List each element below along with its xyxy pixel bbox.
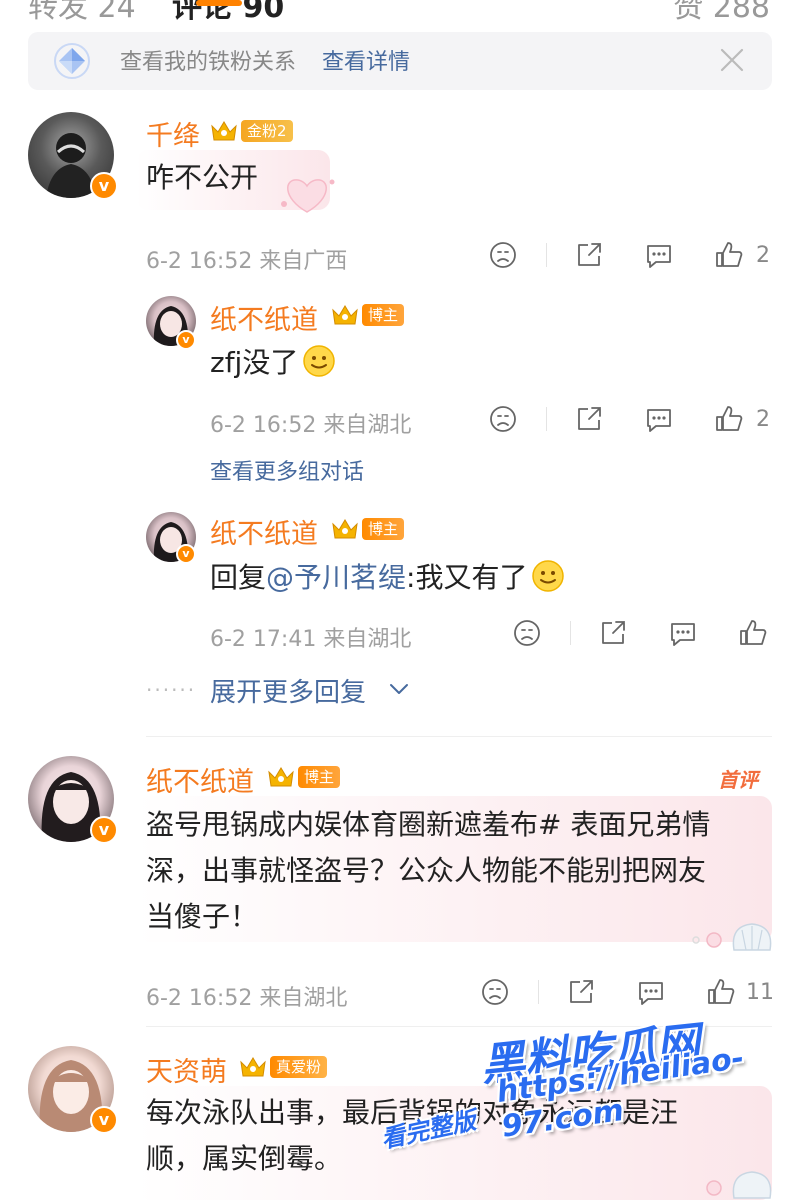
reply-text-body: zfj没了: [210, 346, 299, 379]
tab-repost[interactable]: 转发 24: [28, 0, 136, 22]
share-icon[interactable]: [574, 404, 604, 434]
share-icon[interactable]: [598, 618, 628, 648]
tab-like[interactable]: 赞 288: [673, 0, 770, 22]
blogger-badge: 博主: [362, 518, 405, 540]
like-icon[interactable]: [706, 977, 736, 1007]
action-separator: [538, 980, 539, 1004]
view-details-link[interactable]: 查看详情: [322, 44, 410, 76]
dislike-icon[interactable]: [488, 404, 518, 434]
crown-icon: [268, 767, 294, 787]
crown-icon: [211, 121, 237, 141]
comment-icon[interactable]: [644, 240, 674, 270]
expand-more-replies-label: 展开更多回复: [210, 678, 367, 708]
crown-icon: [332, 305, 358, 325]
fan-level-badge: 真爱粉: [270, 1056, 328, 1078]
dislike-icon[interactable]: [488, 240, 518, 270]
crown-icon: [240, 1057, 266, 1077]
verified-badge-icon: v: [176, 544, 196, 564]
expand-more-replies[interactable]: 展开更多回复: [210, 672, 430, 708]
like-icon[interactable]: [714, 404, 744, 434]
comment-meta: 6-2 16:52 来自广西: [146, 249, 348, 274]
chevron-down-icon: [390, 684, 408, 694]
reply-text: zfj没了: [210, 340, 336, 386]
reply-username[interactable]: 纸不纸道: [210, 298, 318, 337]
like-icon[interactable]: [714, 240, 744, 270]
reply-prefix: 回复: [210, 561, 267, 594]
crown-icon: [332, 519, 358, 539]
heart-sticker-icon: [281, 179, 335, 213]
banner-text: 查看我的铁粉关系: [120, 50, 297, 75]
comment-username[interactable]: 千绛: [146, 114, 200, 153]
comment-text-line-1: 盗号甩锅成内娱体育圈新遮羞布# 表面兄弟情: [146, 808, 711, 841]
like-icon[interactable]: [738, 618, 768, 648]
action-separator: [546, 407, 547, 431]
dislike-icon[interactable]: [480, 977, 510, 1007]
first-comment-label: 首评: [718, 768, 758, 792]
action-separator: [570, 621, 571, 645]
reply-text: 回复@予川茗缇:我又有了: [210, 555, 565, 601]
reply-text-body: :我又有了: [406, 561, 528, 594]
comment-icon[interactable]: [644, 404, 674, 434]
comment-icon[interactable]: [668, 618, 698, 648]
reply-meta: 6-2 17:41 来自湖北: [210, 627, 412, 652]
like-count: 2: [756, 243, 770, 268]
like-count: 2: [756, 407, 770, 432]
verified-badge-icon: v: [90, 172, 118, 200]
shell-sticker-icon: [706, 1171, 772, 1199]
reply-meta: 6-2 16:52 来自湖北: [210, 413, 412, 438]
share-icon[interactable]: [566, 977, 596, 1007]
comment-username[interactable]: 天资萌: [146, 1050, 227, 1089]
reply-username[interactable]: 纸不纸道: [210, 512, 318, 551]
close-icon[interactable]: [716, 44, 748, 76]
diamond-icon: [54, 43, 90, 79]
view-more-conversation-link[interactable]: 查看更多组对话: [210, 454, 364, 486]
active-tab-indicator: [196, 0, 242, 6]
comment-text: 咋不公开: [146, 161, 259, 194]
blogger-badge: 博主: [362, 304, 405, 326]
smile-emoji-icon: [303, 345, 336, 377]
comment-text-line-3: 当傻子！: [146, 900, 259, 933]
verified-badge-icon: v: [90, 1106, 118, 1134]
like-count: 11: [746, 980, 774, 1005]
share-icon[interactable]: [574, 240, 604, 270]
verified-badge-icon: v: [90, 816, 118, 844]
comment-meta: 6-2 16:52 来自湖北: [146, 986, 348, 1011]
blogger-badge: 博主: [298, 766, 341, 788]
expand-dots: ······: [146, 678, 197, 702]
action-separator: [546, 243, 547, 267]
dislike-icon[interactable]: [512, 618, 542, 648]
comment-username[interactable]: 纸不纸道: [146, 760, 254, 799]
shell-sticker-icon: [692, 923, 772, 951]
fan-level-badge: 金粉2: [241, 120, 293, 142]
comment-text-line-2: 深，出事就怪盗号？公众人物能不能别把网友: [146, 854, 707, 887]
comment-icon[interactable]: [636, 977, 666, 1007]
comment-divider: [146, 736, 772, 737]
mention-link[interactable]: @予川茗缇: [266, 561, 406, 594]
smile-emoji-icon: [532, 560, 565, 592]
comment-text-line-2: 顺，属实倒霉。: [146, 1142, 343, 1175]
fan-relation-banner[interactable]: 查看我的铁粉关系 查看详情: [28, 32, 772, 90]
verified-badge-icon: v: [176, 330, 196, 350]
tab-bar: 转发 24 评论 90 赞 288: [0, 0, 800, 22]
